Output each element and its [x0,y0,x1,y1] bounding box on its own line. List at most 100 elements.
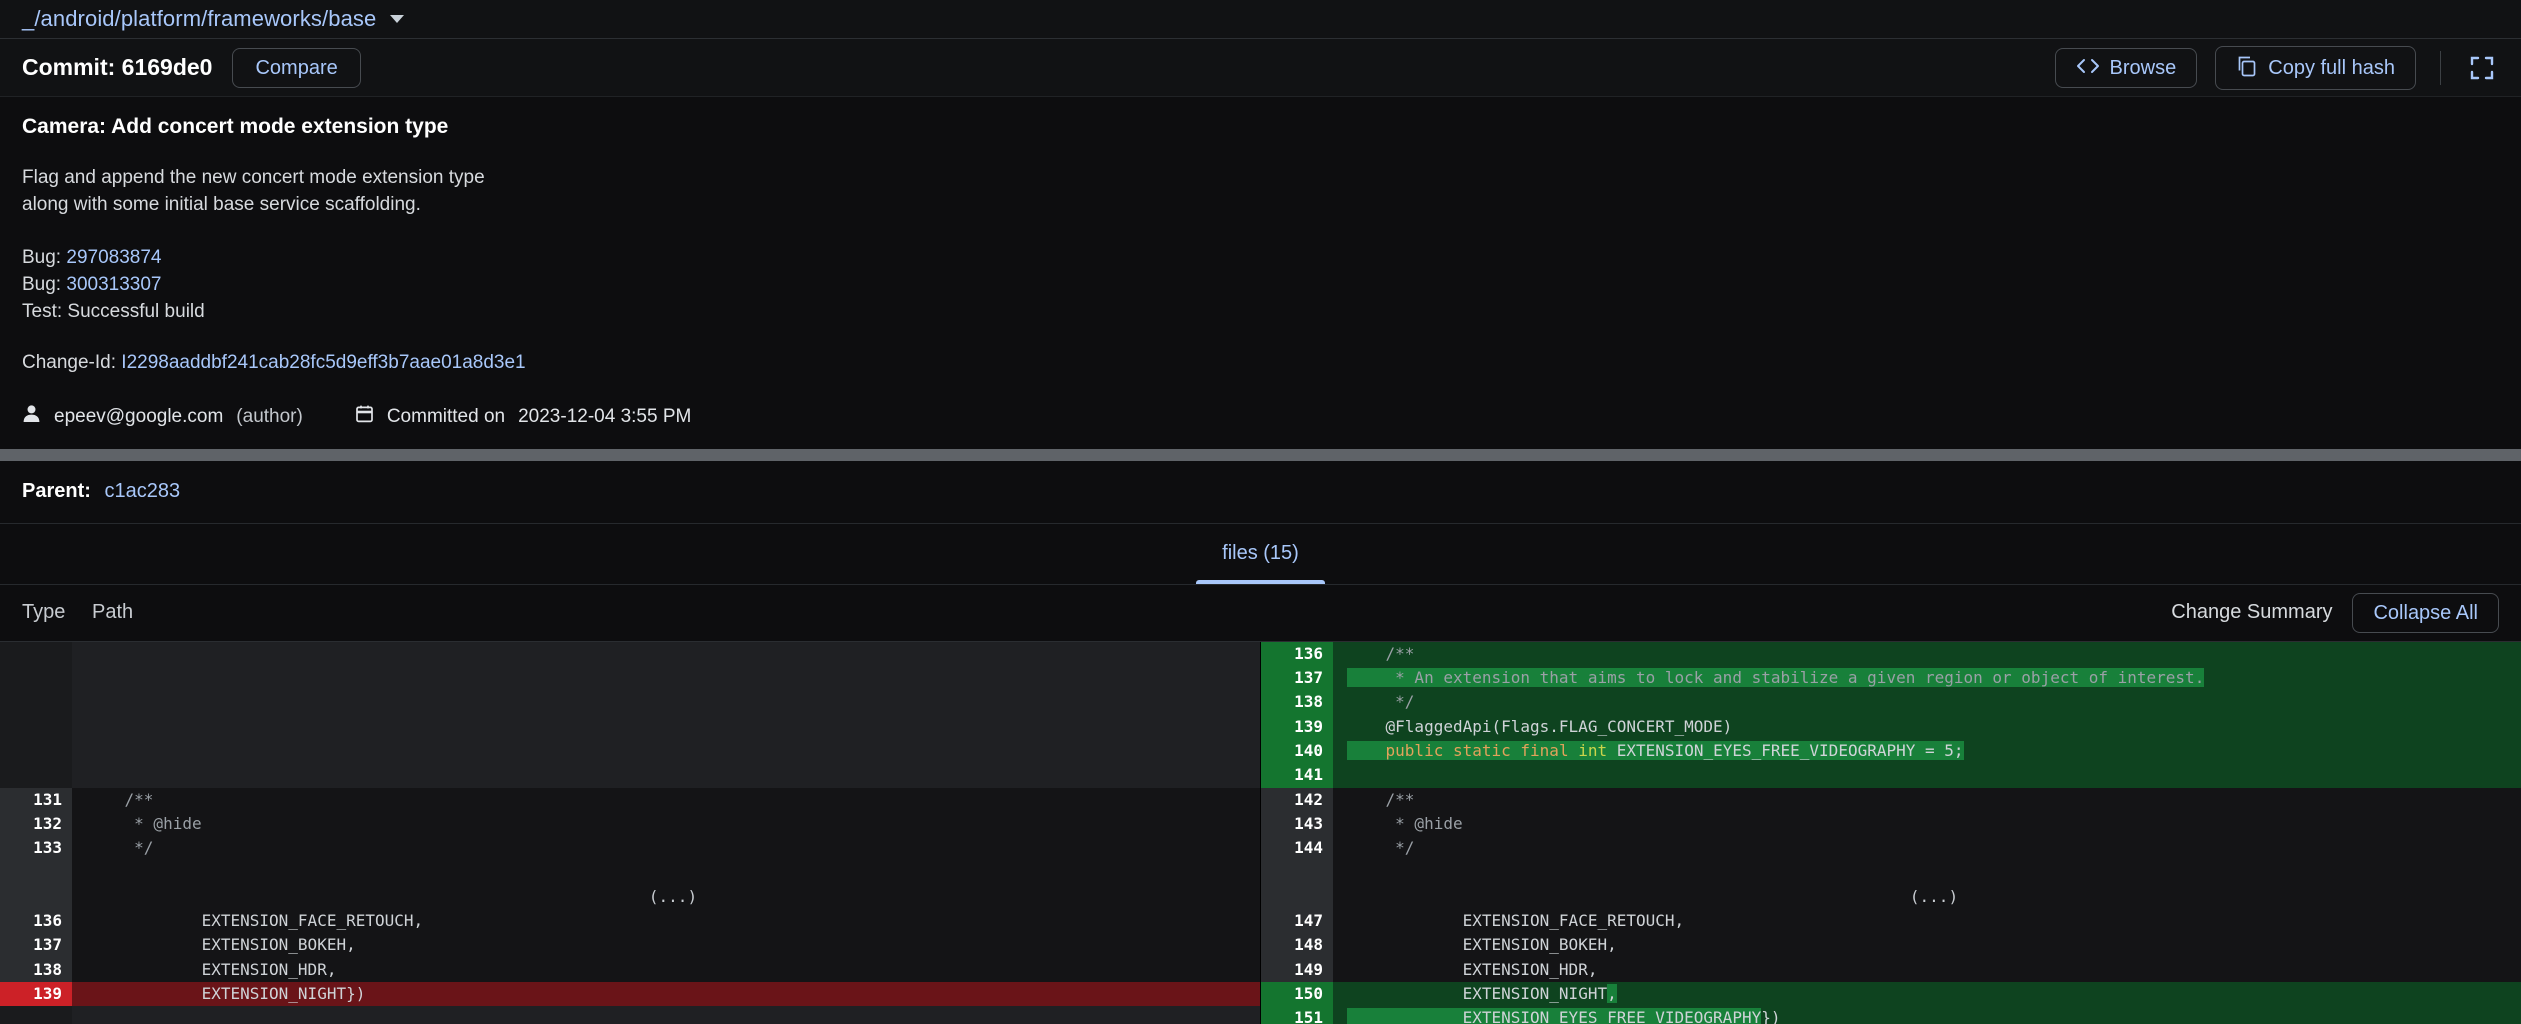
diff-line-number [0,666,72,690]
browse-button[interactable]: Browse [2055,48,2198,88]
parent-hash-link[interactable]: c1ac283 [104,480,180,502]
diff-line-number [0,642,72,666]
copy-icon [2236,55,2258,81]
copy-full-hash-label: Copy full hash [2268,58,2395,78]
author-email: epeev@google.com [54,406,223,428]
diff-line-number: 149 [1261,958,1333,982]
diff-line: EXTENSION_NIGHT}) [72,982,1260,1006]
diff-line [72,763,1260,787]
diff-line-number: 143 [1261,812,1333,836]
diff-line: EXTENSION_EYES_FREE_VIDEOGRAPHY}) [1333,1006,2521,1024]
repo-path-link[interactable]: _/android/platform/frameworks/base [22,6,376,32]
fullscreen-icon[interactable] [2465,51,2499,85]
diff-line [72,690,1260,714]
diff-line-number [0,885,72,909]
parent-label: Parent: [22,480,91,502]
diff-viewer: 131132133136137138139 /** * @hide */ (..… [0,641,2521,1024]
diff-line [72,666,1260,690]
diff-line-number: 151 [1261,1006,1333,1024]
commit-meta-row: epeev@google.com (author) Committed on 2… [0,382,2521,448]
browse-button-label: Browse [2110,58,2177,78]
chevron-down-icon[interactable] [390,15,404,23]
calendar-icon [355,404,374,430]
column-header-path: Path [92,601,133,624]
diff-line-number: 137 [1261,666,1333,690]
diff-line-number: 139 [0,982,72,1006]
copy-full-hash-button[interactable]: Copy full hash [2215,46,2416,90]
diff-line [1333,861,2521,885]
scrollbar-thumb[interactable] [0,449,2521,461]
diff-line-number: 141 [1261,763,1333,787]
diff-line-number: 147 [1261,909,1333,933]
commit-description-line-1: Flag and append the new concert mode ext… [22,165,2499,192]
change-id-label: Change-Id: [22,352,121,373]
committed-label: Committed on [387,406,505,428]
collapse-all-button[interactable]: Collapse All [2352,593,2499,633]
diff-line-number: 144 [1261,836,1333,860]
diff-line: /** [1333,788,2521,812]
author-info: epeev@google.com (author) [22,404,303,430]
bug-link-1[interactable]: 297083874 [66,247,161,268]
test-line: Test: Successful build [22,299,2499,326]
commit-subject: Camera: Add concert mode extension type [22,115,2499,139]
diff-line: /** [72,788,1260,812]
diff-pane-new: 1361371381391401411421431441471481491501… [1260,642,2521,1024]
diff-line-number: 136 [1261,642,1333,666]
diff-gutter-old: 131132133136137138139 [0,642,72,1024]
code-brackets-icon [2076,57,2100,79]
diff-line: * @hide [72,812,1260,836]
diff-line: */ [1333,690,2521,714]
bug-label-2: Bug: [22,274,66,295]
diff-line-number [0,861,72,885]
diff-line: EXTENSION_FACE_RETOUCH, [72,909,1260,933]
diff-line-number: 132 [0,812,72,836]
diff-pane-old: 131132133136137138139 /** * @hide */ (..… [0,642,1260,1024]
diff-line: EXTENSION_HDR, [72,958,1260,982]
commit-hash-title: Commit: 6169de0 [22,54,212,81]
commit-header-bar: Commit: 6169de0 Compare Browse Copy full… [0,39,2521,97]
breadcrumb-bar: _/android/platform/frameworks/base [0,0,2521,39]
header-actions: Browse Copy full hash [2055,46,2499,90]
compare-button[interactable]: Compare [232,48,360,88]
diff-line [72,739,1260,763]
diff-code-new[interactable]: /** * An extension that aims to lock and… [1333,642,2521,1024]
diff-line-number: 138 [0,958,72,982]
diff-line [1333,763,2521,787]
diff-code-old[interactable]: /** * @hide */ (...) EXTENSION_FACE_RETO… [72,642,1260,1024]
diff-line-number: 136 [0,909,72,933]
bug-line-2: Bug: 300313307 [22,272,2499,299]
change-id-link[interactable]: I2298aaddbf241cab28fc5d9eff3b7aae01a8d3e… [121,352,525,373]
diff-line: (...) [72,885,1260,909]
change-id-line: Change-Id: I2298aaddbf241cab28fc5d9eff3b… [22,352,2499,374]
header-divider [2440,51,2441,85]
diff-line: EXTENSION_NIGHT, [1333,982,2521,1006]
diff-line [72,861,1260,885]
commit-description-line-2: along with some initial base service sca… [22,192,2499,219]
committed-info: Committed on 2023-12-04 3:55 PM [355,404,692,430]
files-table-header: Type Path Change Summary Collapse All [0,585,2521,641]
diff-line-number [0,690,72,714]
diff-line-number: 137 [0,933,72,957]
diff-line [72,715,1260,739]
person-icon [22,404,41,430]
diff-line-number: 142 [1261,788,1333,812]
change-summary-label[interactable]: Change Summary [2171,601,2332,624]
diff-line-number [0,763,72,787]
diff-line: EXTENSION_BOKEH, [1333,933,2521,957]
diff-line: */ [1333,836,2521,860]
horizontal-scrollbar[interactable] [0,448,2521,462]
bug-link-2[interactable]: 300313307 [66,274,161,295]
diff-line [72,1006,1260,1024]
commit-description: Flag and append the new concert mode ext… [22,165,2499,219]
column-header-type: Type [22,601,92,624]
tab-files[interactable]: files (15) [1196,524,1325,583]
diff-line: * An extension that aims to lock and sta… [1333,666,2521,690]
diff-line-number: 139 [1261,715,1333,739]
diff-line-number [1261,861,1333,885]
diff-line: @FlaggedApi(Flags.FLAG_CONCERT_MODE) [1333,715,2521,739]
diff-line: EXTENSION_BOKEH, [72,933,1260,957]
diff-line-number: 148 [1261,933,1333,957]
diff-line: */ [72,836,1260,860]
diff-line-number: 133 [0,836,72,860]
diff-line-number [1261,885,1333,909]
